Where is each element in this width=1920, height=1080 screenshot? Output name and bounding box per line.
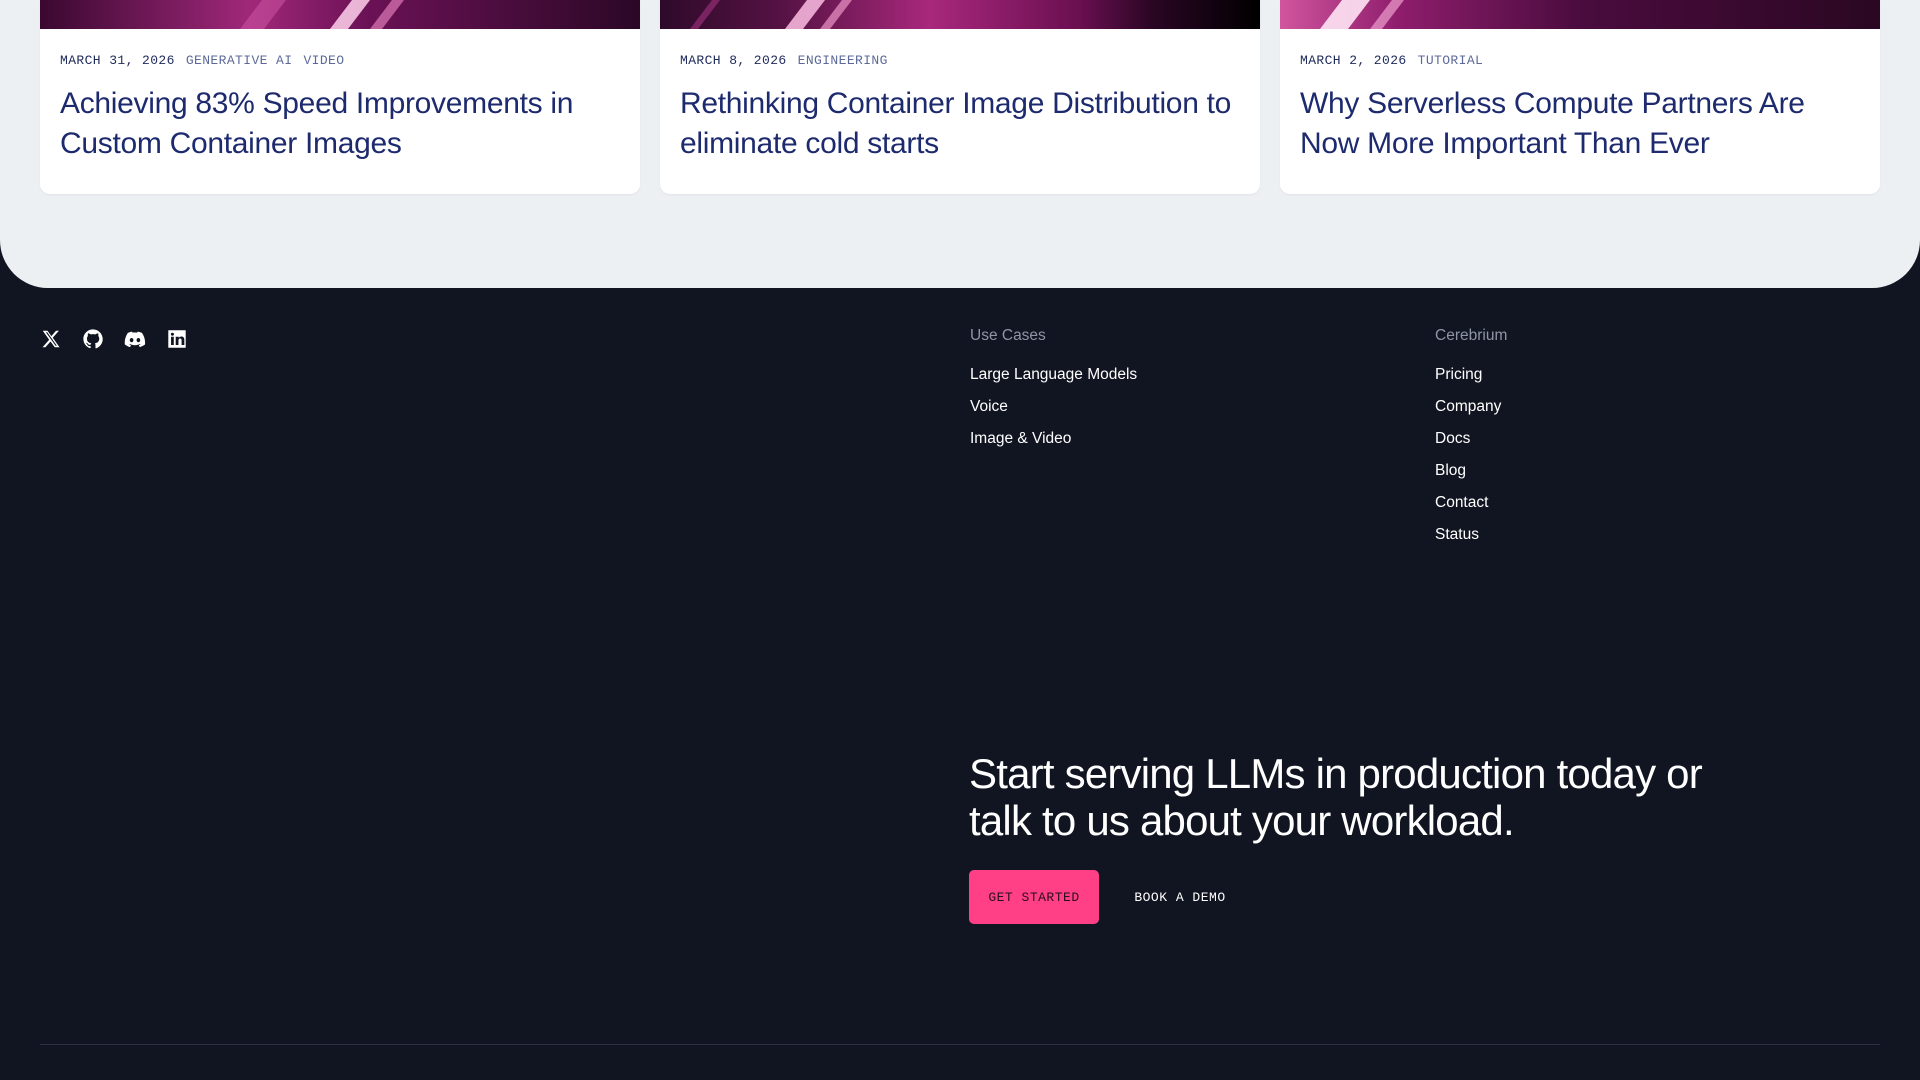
card-date: MARCH 2, 2026: [1300, 53, 1407, 68]
github-icon[interactable]: [82, 328, 104, 350]
blog-card[interactable]: MARCH 2, 2026 TUTORIAL Why Serverless Com…: [1280, 0, 1880, 194]
blog-card[interactable]: MARCH 8, 2026 ENGINEERING Rethinking Cont…: [660, 0, 1260, 194]
footer-col-heading: Cerebrium: [1435, 327, 1508, 344]
social-links: [40, 328, 188, 350]
footer-link-voice[interactable]: Voice: [970, 399, 1137, 431]
footer-link-blog[interactable]: Blog: [1435, 463, 1507, 495]
card-date: MARCH 8, 2026: [680, 53, 787, 68]
blog-card[interactable]: MARCH 31, 2026 GENERATIVE AI VIDEO Achievi…: [40, 0, 640, 194]
card-thumbnail: [1280, 0, 1880, 29]
card-meta: MARCH 31, 2026 GENERATIVE AI VIDEO: [60, 53, 344, 68]
book-demo-button[interactable]: BOOK A DEMO: [1118, 870, 1242, 924]
discord-icon[interactable]: [124, 328, 146, 350]
card-tag[interactable]: TUTORIAL: [1418, 53, 1484, 68]
footer-link-contact[interactable]: Contact: [1435, 495, 1507, 527]
footer-link-llm[interactable]: Large Language Models: [970, 367, 1137, 399]
card-thumbnail: [40, 0, 640, 29]
footer-col-use-cases: Use Cases Large Language Models Voice Im…: [970, 328, 1137, 463]
card-tag[interactable]: ENGINEERING: [798, 53, 888, 68]
card-meta: MARCH 2, 2026 TUTORIAL: [1300, 53, 1483, 68]
site-footer: Use Cases Large Language Models Voice Im…: [0, 288, 1920, 1080]
blog-section: MARCH 31, 2026 GENERATIVE AI VIDEO Achievi…: [0, 0, 1920, 288]
footer-col-cerebrium: Cerebrium Pricing Company Docs Blog Cont…: [1435, 328, 1507, 559]
footer-link-company[interactable]: Company: [1435, 399, 1507, 431]
card-thumbnail: [660, 0, 1260, 29]
get-started-button[interactable]: GET STARTED: [969, 870, 1099, 924]
footer-link-pricing[interactable]: Pricing: [1435, 367, 1507, 399]
card-meta: MARCH 8, 2026 ENGINEERING: [680, 53, 888, 68]
footer-col-heading: Use Cases: [970, 327, 1046, 344]
footer-link-status[interactable]: Status: [1435, 527, 1507, 559]
footer-link-image-video[interactable]: Image & Video: [970, 431, 1137, 463]
cta-heading: Start serving LLMs in production today o…: [969, 750, 1703, 844]
card-tag[interactable]: VIDEO: [303, 53, 344, 68]
card-title[interactable]: Why Serverless Compute Partners Are Now …: [1300, 84, 1860, 164]
card-date: MARCH 31, 2026: [60, 53, 175, 68]
linkedin-icon[interactable]: [166, 328, 188, 350]
footer-link-docs[interactable]: Docs: [1435, 431, 1507, 463]
card-tag[interactable]: GENERATIVE AI: [186, 53, 293, 68]
x-icon[interactable]: [40, 328, 62, 350]
card-title[interactable]: Achieving 83% Speed Improvements in Cust…: [60, 84, 620, 164]
card-title[interactable]: Rethinking Container Image Distribution …: [680, 84, 1240, 164]
footer-divider: [40, 1044, 1880, 1045]
